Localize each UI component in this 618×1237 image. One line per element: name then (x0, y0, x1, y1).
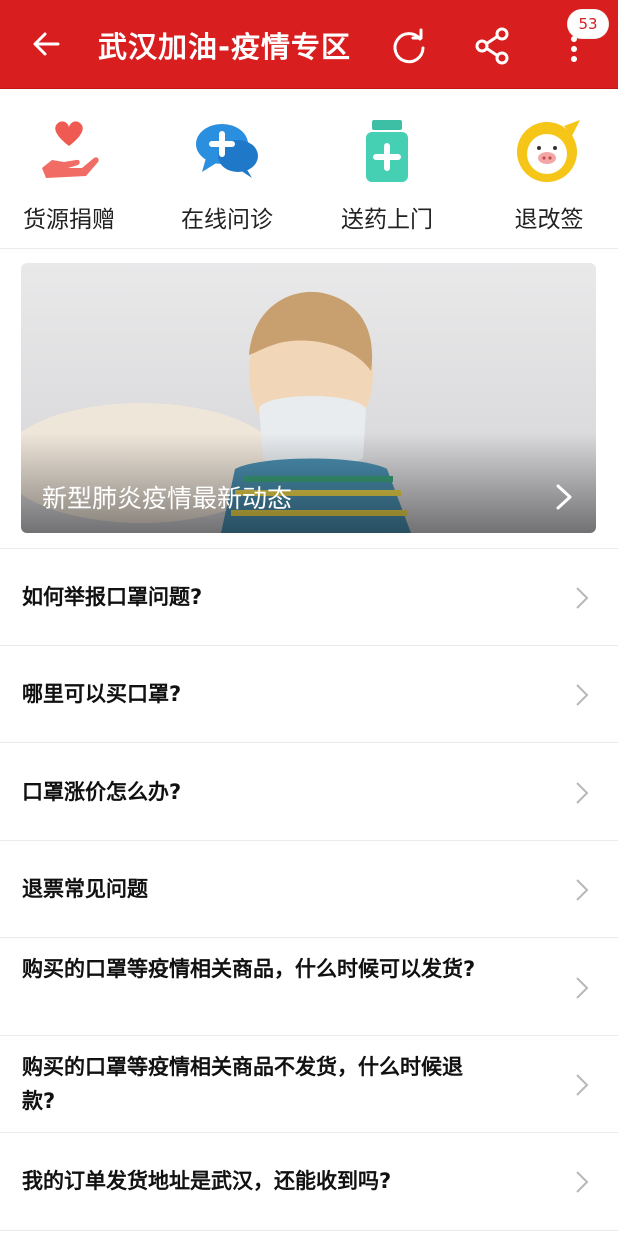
faq-item-text: 哪里可以买口罩? (22, 682, 182, 706)
faq-item-text: 退票常见问题 (22, 877, 148, 901)
chevron-right-icon (556, 484, 572, 510)
share-icon[interactable] (472, 26, 512, 66)
faq-item-text: 我的订单发货地址是武汉，还能收到吗? (22, 1169, 392, 1193)
quick-action-consult[interactable]: 在线问诊 (162, 116, 292, 234)
quick-action-donation[interactable]: 货源捐赠 (4, 116, 134, 234)
heart-hand-icon (42, 121, 99, 178)
quick-action-delivery[interactable]: 送药上门 (322, 116, 452, 234)
notification-badge: 53 (568, 10, 608, 38)
news-banner[interactable]: 新型肺炎疫情最新动态 (21, 263, 596, 533)
faq-item[interactable]: 购买的口罩等疫情相关商品，什么时候可以发货? (0, 937, 618, 1036)
quick-action-refund[interactable]: 退改签 (484, 116, 614, 234)
faq-item[interactable]: 哪里可以买口罩? (0, 645, 618, 743)
more-icon[interactable] (562, 34, 586, 64)
chat-medical-icon (196, 124, 258, 178)
quick-actions: 货源捐赠 在线问诊 送药上门 退改签 (0, 88, 618, 249)
chevron-right-icon (576, 977, 589, 999)
chevron-right-icon (576, 1074, 589, 1096)
chevron-right-icon (576, 1171, 589, 1193)
chevron-right-icon (576, 587, 589, 609)
faq-item-text: 如何举报口罩问题? (22, 585, 203, 609)
quick-action-label: 送药上门 (341, 207, 433, 233)
medicine-bottle-icon (366, 120, 408, 182)
faq-item[interactable]: 口罩涨价怎么办? (0, 742, 618, 841)
chevron-right-icon (576, 879, 589, 901)
faq-item-text: 购买的口罩等疫情相关商品不发货，什么时候退款? (22, 1055, 463, 1113)
banner-caption: 新型肺炎疫情最新动态 (42, 484, 293, 513)
top-bar: 武汉加油-疫情专区 53 (0, 0, 618, 89)
faq-item[interactable]: 如何举报口罩问题? (0, 548, 618, 646)
faq-item[interactable]: 购买的口罩等疫情相关商品不发货，什么时候退款? (0, 1035, 618, 1133)
chevron-right-icon (576, 782, 589, 804)
faq-item[interactable]: 我的订单发货地址是武汉，还能收到吗? (0, 1132, 618, 1231)
chevron-right-icon (576, 684, 589, 706)
pig-mascot-icon (517, 120, 580, 182)
quick-action-label: 退改签 (514, 207, 584, 233)
back-arrow-icon[interactable] (28, 26, 64, 62)
page-title: 武汉加油-疫情专区 (98, 30, 352, 64)
faq-item[interactable]: 退票常见问题 (0, 840, 618, 938)
refresh-icon[interactable] (389, 26, 429, 66)
faq-item-text: 口罩涨价怎么办? (22, 780, 182, 804)
quick-action-label: 在线问诊 (181, 207, 273, 233)
faq-item-text: 购买的口罩等疫情相关商品，什么时候可以发货? (22, 957, 476, 981)
quick-action-label: 货源捐赠 (23, 207, 115, 233)
